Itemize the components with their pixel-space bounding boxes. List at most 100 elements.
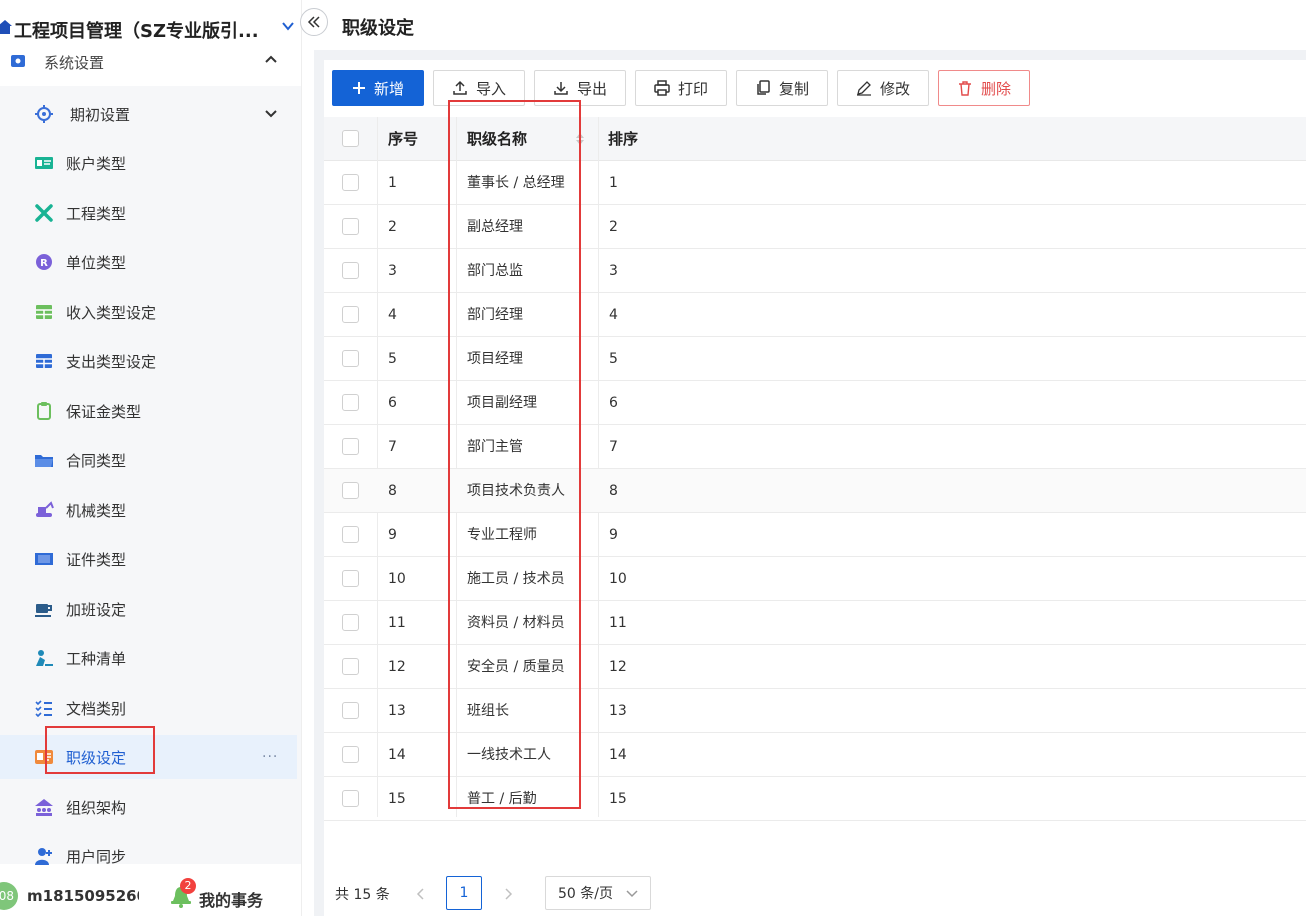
sidebar-item-rank-setting[interactable]: 职级设定 ··· (0, 735, 297, 779)
table-row[interactable]: 5 项目经理 5 (324, 337, 1306, 381)
table-row[interactable]: 4 部门经理 4 (324, 293, 1306, 337)
my-tasks-link[interactable]: 我的事务 (199, 887, 263, 911)
r-circle-icon: R (34, 252, 54, 272)
export-button[interactable]: 导出 (534, 70, 626, 106)
sidebar-item-unit-type[interactable]: R 单位类型 (0, 240, 297, 284)
add-button[interactable]: 新增 (332, 70, 424, 106)
sidebar-item-account-type[interactable]: 账户类型 (0, 141, 297, 185)
row-checkbox[interactable] (342, 702, 359, 719)
chevron-down-icon[interactable] (264, 109, 278, 119)
cell-name: 副总经理 (467, 219, 523, 235)
page-size-select[interactable]: 50 条/页 (545, 876, 651, 910)
sidebar-item-initial-settings[interactable]: 期初设置 (0, 92, 297, 136)
chevron-down-icon[interactable] (280, 18, 296, 34)
table-row[interactable]: 2 副总经理 2 (324, 205, 1306, 249)
row-checkbox[interactable] (342, 570, 359, 587)
chevron-down-icon (626, 890, 638, 898)
sidebar-item-certificate-type[interactable]: 证件类型 (0, 537, 297, 581)
column-header-index[interactable]: 序号 (388, 117, 418, 161)
cell-order: 4 (609, 307, 618, 323)
sidebar-footer: 08 m18150952608 2 我的事务 (0, 870, 301, 916)
row-checkbox[interactable] (342, 218, 359, 235)
row-checkbox[interactable] (342, 790, 359, 807)
copy-button[interactable]: 复制 (736, 70, 828, 106)
print-button[interactable]: 打印 (635, 70, 727, 106)
table-row[interactable]: 1 董事长 / 总经理 1 (324, 161, 1306, 205)
table-row[interactable]: 9 专业工程师 9 (324, 513, 1306, 557)
sidebar-item-label: 保证金类型 (66, 402, 142, 421)
collapse-sidebar-button[interactable] (300, 8, 328, 36)
table-row[interactable]: 7 部门主管 7 (324, 425, 1306, 469)
row-checkbox[interactable] (342, 526, 359, 543)
chevron-up-icon[interactable] (264, 54, 278, 64)
delete-button[interactable]: 删除 (938, 70, 1030, 106)
row-checkbox[interactable] (342, 174, 359, 191)
user-name[interactable]: m18150952608 (27, 887, 139, 905)
table-row[interactable]: 8 项目技术负责人 8 (324, 469, 1306, 513)
row-checkbox[interactable] (342, 658, 359, 675)
worker-icon (34, 648, 54, 668)
pagination-current-page[interactable]: 1 (446, 876, 482, 910)
pencil-icon (856, 81, 871, 96)
sidebar-item-expense-type[interactable]: 支出类型设定 (0, 339, 297, 383)
cell-index: 8 (388, 483, 397, 499)
cell-index: 5 (388, 351, 397, 367)
cell-name: 施工员 / 技术员 (467, 571, 565, 587)
cell-order: 2 (609, 219, 618, 235)
sidebar-item-trade-list[interactable]: 工种清单 (0, 636, 297, 680)
row-checkbox[interactable] (342, 394, 359, 411)
user-add-icon (34, 846, 54, 866)
app-header: 工程项目管理（SZ专业版引... (0, 0, 301, 54)
column-header-name[interactable]: 职级名称 (467, 117, 527, 161)
column-header-order[interactable]: 排序 (608, 117, 638, 161)
home-icon[interactable] (0, 19, 12, 35)
clipboard-icon (34, 401, 54, 421)
sidebar-item-machinery-type[interactable]: 机械类型 (0, 488, 297, 532)
avatar[interactable]: 08 (0, 882, 18, 910)
sidebar-item-income-type[interactable]: 收入类型设定 (0, 290, 297, 334)
table-row[interactable]: 10 施工员 / 技术员 10 (324, 557, 1306, 601)
edit-button[interactable]: 修改 (837, 70, 929, 106)
row-checkbox[interactable] (342, 746, 359, 763)
folder-icon (34, 450, 54, 470)
sidebar-item-label: 证件类型 (66, 550, 127, 569)
table-row[interactable]: 14 一线技术工人 14 (324, 733, 1306, 777)
cell-index: 11 (388, 615, 406, 631)
table-row[interactable]: 15 普工 / 后勤 15 (324, 777, 1306, 821)
table-row[interactable]: 3 部门总监 3 (324, 249, 1306, 293)
more-icon[interactable]: ··· (262, 749, 278, 765)
table-row[interactable]: 11 资料员 / 材料员 11 (324, 601, 1306, 645)
delete-button-label: 删除 (980, 79, 1011, 98)
cell-order: 9 (609, 527, 618, 543)
table-row[interactable]: 12 安全员 / 质量员 12 (324, 645, 1306, 689)
table-row[interactable]: 6 项目副经理 6 (324, 381, 1306, 425)
sidebar-item-deposit-type[interactable]: 保证金类型 (0, 389, 297, 433)
import-button[interactable]: 导入 (433, 70, 525, 106)
row-checkbox[interactable] (342, 482, 359, 499)
sort-icon[interactable] (575, 131, 585, 147)
sidebar-item-overtime-setting[interactable]: 加班设定 (0, 587, 297, 631)
print-button-label: 打印 (677, 79, 708, 98)
cell-order: 13 (609, 703, 627, 719)
row-checkbox[interactable] (342, 350, 359, 367)
table-row[interactable]: 13 班组长 13 (324, 689, 1306, 733)
sidebar-item-org-structure[interactable]: 组织架构 (0, 785, 297, 829)
trash-icon (958, 81, 971, 96)
sidebar-item-doc-category[interactable]: 文档类别 (0, 686, 297, 730)
row-checkbox[interactable] (342, 306, 359, 323)
export-button-label: 导出 (576, 79, 607, 98)
tools-icon (34, 203, 54, 223)
sidebar-item-contract-type[interactable]: 合同类型 (0, 438, 297, 482)
next-page-icon[interactable] (499, 882, 519, 906)
row-checkbox[interactable] (342, 438, 359, 455)
download-icon (554, 82, 568, 95)
app-title[interactable]: 工程项目管理（SZ专业版引... (14, 17, 259, 43)
cell-index: 3 (388, 263, 397, 279)
row-checkbox[interactable] (342, 614, 359, 631)
row-checkbox[interactable] (342, 262, 359, 279)
select-all-checkbox[interactable] (342, 130, 359, 147)
sidebar-item-project-type[interactable]: 工程类型 (0, 191, 297, 235)
sidebar-item-label: 加班设定 (66, 600, 127, 619)
prev-page-icon[interactable] (410, 882, 430, 906)
cell-order: 7 (609, 439, 618, 455)
